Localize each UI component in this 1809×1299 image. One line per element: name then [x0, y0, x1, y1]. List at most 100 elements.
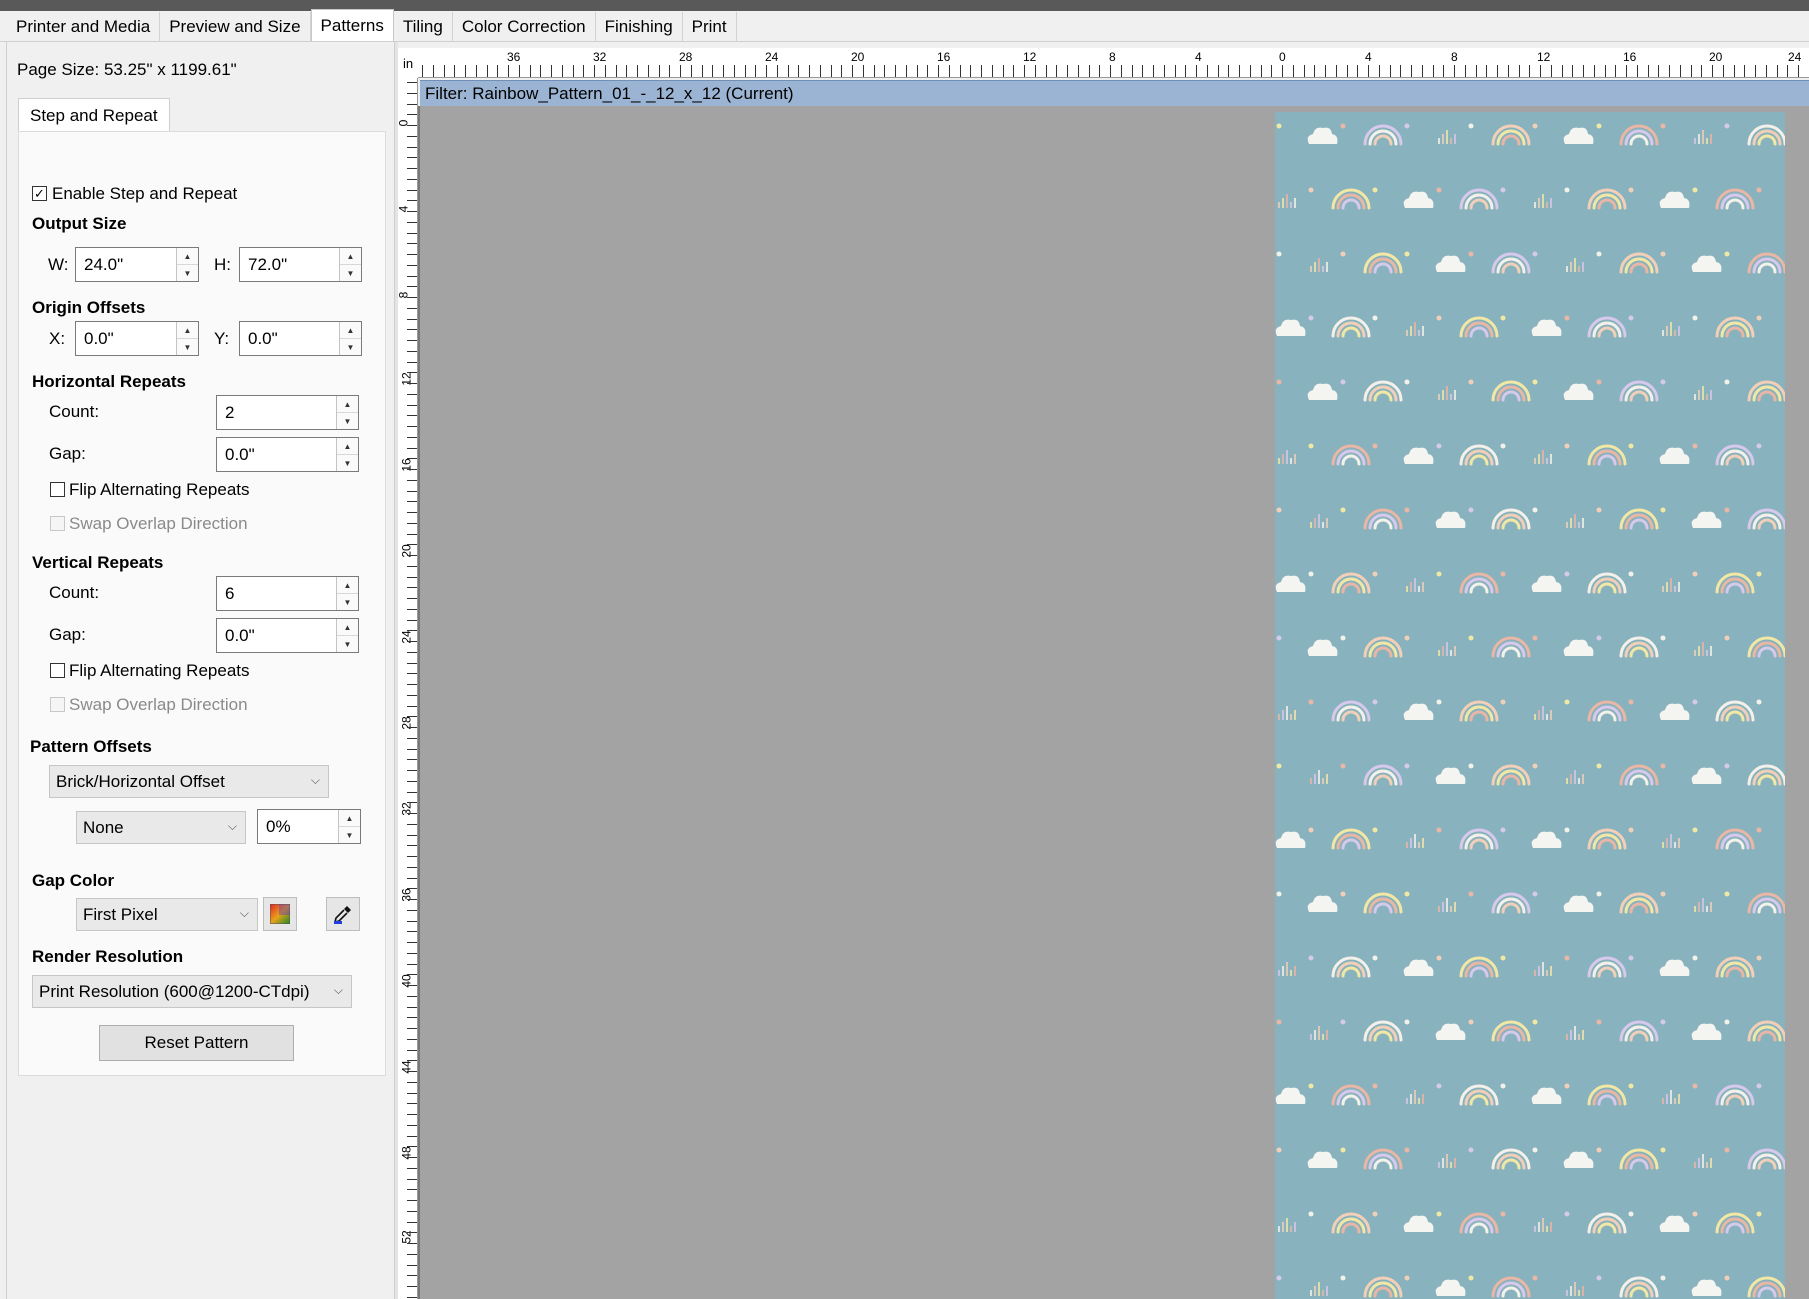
width-spinbox[interactable]: ▲▼: [75, 247, 199, 282]
pattern-motif: [1276, 763, 1282, 769]
offset-submode-dropdown[interactable]: None ⌵: [76, 811, 246, 844]
tab-finishing[interactable]: Finishing: [595, 12, 683, 41]
vertical-repeats-title: Vertical Repeats: [32, 553, 164, 572]
pattern-motif: [1276, 1275, 1282, 1281]
pattern-motif: [1587, 571, 1634, 594]
height-spinbox[interactable]: ▲▼: [239, 247, 362, 282]
ruler-tick: [1400, 65, 1402, 77]
pattern-motif: [1587, 1083, 1634, 1106]
origin-x-spinbox[interactable]: ▲▼: [75, 321, 199, 356]
ruler-tick: [1335, 65, 1337, 77]
gap-color-dropdown[interactable]: First Pixel ⌵: [76, 898, 258, 931]
origin-x-down-arrow-icon[interactable]: ▼: [177, 339, 198, 355]
origin-y-input[interactable]: [240, 322, 337, 355]
ruler-tick: [407, 157, 417, 159]
h-gap-down-arrow-icon[interactable]: ▼: [337, 455, 358, 471]
v-gap-input[interactable]: [217, 619, 334, 652]
width-input[interactable]: [76, 248, 174, 281]
pattern-motif: [1566, 1275, 1602, 1296]
pattern-motif: [1276, 507, 1282, 513]
ruler-tick: [809, 65, 810, 77]
origin-x-up-arrow-icon[interactable]: ▲: [177, 322, 198, 339]
ruler-tick: [407, 135, 417, 137]
render-resolution-dropdown[interactable]: Print Resolution (600@1200-CTdpi) ⌵: [32, 975, 352, 1008]
ruler-tick: [407, 823, 417, 825]
pattern-motif: [1491, 763, 1538, 786]
ruler-tick: [407, 361, 417, 363]
ruler-tick: [407, 490, 417, 492]
color-picker-button[interactable]: [263, 897, 297, 931]
v-gap-label: Gap:: [49, 625, 86, 644]
tab-color-correction[interactable]: Color Correction: [452, 12, 596, 41]
pattern-motif: [1747, 1020, 1785, 1042]
tab-step-and-repeat[interactable]: Step and Repeat: [18, 98, 170, 132]
tab-printer-and-media[interactable]: Printer and Media: [7, 12, 161, 41]
ruler-tick: [518, 65, 520, 77]
offset-percent-up-arrow-icon[interactable]: ▲: [339, 810, 360, 827]
h-swap-overlap-checkbox[interactable]: [50, 516, 65, 531]
ruler-tick: [407, 673, 417, 675]
v-count-spinbox[interactable]: ▲▼: [216, 576, 359, 611]
ruler-tick: [1346, 65, 1348, 77]
pattern-motif: [1694, 891, 1730, 912]
pattern-motif: [1659, 955, 1698, 976]
v-count-down-arrow-icon[interactable]: ▼: [337, 594, 358, 610]
pattern-motif: [1310, 1275, 1346, 1296]
ruler-tick: [407, 866, 417, 868]
ruler-tick: [981, 65, 982, 77]
ruler-tick: [407, 1275, 417, 1277]
v-swap-overlap-checkbox[interactable]: [50, 697, 65, 712]
v-count-up-arrow-icon[interactable]: ▲: [337, 577, 358, 594]
h-gap-up-arrow-icon[interactable]: ▲: [337, 438, 358, 455]
ruler-tick: [1228, 65, 1230, 77]
tab-patterns[interactable]: Patterns: [310, 9, 394, 41]
h-flip-alternating-label: Flip Alternating Repeats: [69, 480, 250, 499]
ruler-tick: [407, 1038, 417, 1040]
v-gap-spinbox[interactable]: ▲▼: [216, 618, 359, 653]
height-input[interactable]: [240, 248, 337, 281]
pattern-motif: [1459, 1083, 1506, 1106]
tab-preview-and-size[interactable]: Preview and Size: [160, 12, 311, 41]
tab-tiling[interactable]: Tiling: [393, 12, 453, 41]
main-tab-bar: Printer and Media Preview and Size Patte…: [0, 9, 1809, 42]
h-count-input[interactable]: [217, 396, 334, 429]
h-count-down-arrow-icon[interactable]: ▼: [337, 413, 358, 429]
h-gap-input[interactable]: [217, 438, 334, 471]
offset-mode-dropdown[interactable]: Brick/Horizontal Offset ⌵: [49, 765, 329, 798]
offset-percent-spinbox[interactable]: ▲▼: [257, 809, 361, 844]
height-down-arrow-icon[interactable]: ▼: [340, 265, 361, 281]
tab-print[interactable]: Print: [682, 12, 737, 41]
ruler-tick: [1260, 65, 1262, 77]
h-flip-alternating-checkbox[interactable]: [50, 482, 65, 497]
ruler-tick: [407, 189, 417, 191]
origin-y-down-arrow-icon[interactable]: ▼: [340, 339, 361, 355]
origin-y-spinbox[interactable]: ▲▼: [239, 321, 362, 356]
h-count-spinbox[interactable]: ▲▼: [216, 395, 359, 430]
ruler-tick: [1722, 65, 1724, 77]
ruler-tick: [407, 587, 417, 589]
v-flip-alternating-checkbox[interactable]: [50, 663, 65, 678]
v-count-input[interactable]: [217, 577, 334, 610]
enable-step-repeat-checkbox[interactable]: ✓: [32, 186, 47, 201]
v-gap-up-arrow-icon[interactable]: ▲: [337, 619, 358, 636]
ruler-tick: [432, 65, 434, 77]
origin-y-up-arrow-icon[interactable]: ▲: [340, 322, 361, 339]
ruler-tick: [647, 65, 649, 77]
ruler-tick: [1561, 65, 1563, 77]
origin-x-input[interactable]: [76, 322, 174, 355]
width-down-arrow-icon[interactable]: ▼: [177, 265, 198, 281]
ruler-tick: [1002, 65, 1004, 77]
h-count-up-arrow-icon[interactable]: ▲: [337, 396, 358, 413]
eyedropper-button[interactable]: [326, 897, 360, 931]
v-gap-down-arrow-icon[interactable]: ▼: [337, 636, 358, 652]
height-up-arrow-icon[interactable]: ▲: [340, 248, 361, 265]
offset-percent-input[interactable]: [258, 810, 336, 843]
reset-pattern-button[interactable]: Reset Pattern: [99, 1025, 294, 1061]
offset-percent-down-arrow-icon[interactable]: ▼: [339, 827, 360, 843]
h-gap-spinbox[interactable]: ▲▼: [216, 437, 359, 472]
pattern-motif: [1563, 891, 1602, 912]
pattern-motif: [1662, 827, 1698, 848]
ruler-tick: [407, 404, 417, 406]
ruler-tick: [1464, 65, 1466, 77]
width-up-arrow-icon[interactable]: ▲: [177, 248, 198, 265]
